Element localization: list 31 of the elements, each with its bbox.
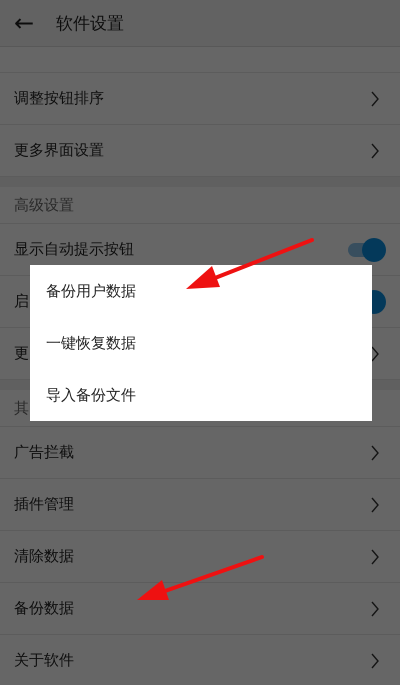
row-label: 清除数据 xyxy=(14,547,74,566)
row-label: 备份数据 xyxy=(14,599,74,618)
row-label: 更 xyxy=(14,344,29,363)
menu-item[interactable]: 导入备份文件 xyxy=(30,373,372,417)
row-label: 显示自动提示按钮 xyxy=(14,240,134,259)
settings-row[interactable]: 广告拦截 xyxy=(0,427,400,479)
chevron-right-icon xyxy=(370,90,380,106)
chevron-right-icon xyxy=(370,346,380,362)
settings-row[interactable]: 插件管理 xyxy=(0,479,400,531)
chevron-right-icon xyxy=(370,600,380,616)
row-label: 启 xyxy=(14,292,29,311)
back-button[interactable]: ← xyxy=(14,9,44,37)
chevron-right-icon xyxy=(370,652,380,668)
page-title: 软件设置 xyxy=(56,12,124,34)
chevron-right-icon xyxy=(370,142,380,158)
settings-row[interactable]: 清除数据 xyxy=(0,531,400,583)
section-title: 其 xyxy=(14,398,29,418)
settings-row[interactable]: 调整按钮排序 xyxy=(0,73,400,125)
chevron-right-icon xyxy=(370,496,380,512)
settings-row[interactable]: 更多界面设置 xyxy=(0,125,400,177)
row-label: 更多界面设置 xyxy=(14,141,104,160)
row-label: 插件管理 xyxy=(14,495,74,514)
settings-row[interactable]: 关于软件 xyxy=(0,635,400,685)
chevron-right-icon xyxy=(370,548,380,564)
chevron-right-icon xyxy=(370,444,380,460)
section-title: 高级设置 xyxy=(14,196,74,214)
row-label: 关于软件 xyxy=(14,651,74,670)
menu-item[interactable]: 一键恢复数据 xyxy=(30,321,372,365)
row-label: 调整按钮排序 xyxy=(14,89,104,108)
row-label: 广告拦截 xyxy=(14,443,74,462)
toggle-switch[interactable] xyxy=(346,238,386,262)
